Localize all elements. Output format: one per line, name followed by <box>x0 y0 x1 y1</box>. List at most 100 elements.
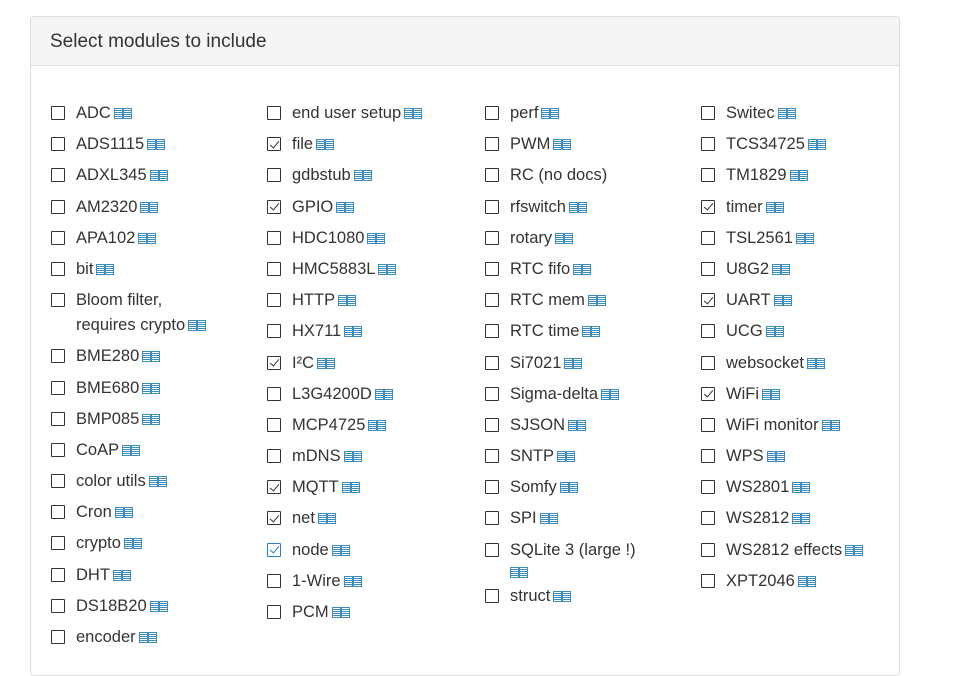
book-icon[interactable] <box>601 388 620 400</box>
book-icon[interactable] <box>148 476 167 488</box>
module-checkbox[interactable] <box>485 511 499 526</box>
module-option-rc-no-docs[interactable]: RC (no docs) <box>485 163 700 188</box>
module-option-ws2812[interactable]: WS2812 <box>701 506 916 531</box>
book-icon[interactable] <box>317 357 335 369</box>
module-checkbox[interactable] <box>51 380 65 395</box>
book-icon[interactable] <box>367 232 386 244</box>
book-icon[interactable] <box>374 388 393 400</box>
module-checkbox[interactable] <box>485 449 499 464</box>
book-icon[interactable] <box>555 232 574 244</box>
book-icon[interactable] <box>765 201 784 213</box>
book-icon[interactable] <box>343 451 362 463</box>
module-option-bit[interactable]: bit <box>51 257 266 282</box>
module-option-adc[interactable]: ADC <box>51 101 266 126</box>
book-icon[interactable] <box>188 320 207 332</box>
module-checkbox[interactable] <box>267 417 281 432</box>
module-option-sjson[interactable]: SJSON <box>485 413 700 438</box>
module-checkbox[interactable] <box>701 511 715 526</box>
book-icon[interactable] <box>845 544 864 556</box>
module-checkbox[interactable] <box>485 417 499 432</box>
module-option-dht[interactable]: DHT <box>51 563 266 588</box>
book-icon[interactable] <box>539 513 558 525</box>
book-icon[interactable] <box>541 108 560 119</box>
book-icon[interactable] <box>149 600 168 612</box>
module-option-rotary[interactable]: rotary <box>485 226 700 251</box>
module-option-coap[interactable]: CoAP <box>51 438 266 463</box>
book-icon[interactable] <box>147 139 166 151</box>
module-checkbox[interactable] <box>701 386 715 401</box>
book-icon[interactable] <box>96 263 115 275</box>
module-option-hdc1080[interactable]: HDC1080 <box>267 226 482 251</box>
module-checkbox[interactable] <box>51 230 65 245</box>
module-option-adxl345[interactable]: ADXL345 <box>51 163 266 188</box>
book-icon[interactable] <box>341 482 360 494</box>
module-option-mqtt[interactable]: MQTT <box>267 475 482 500</box>
module-option-sntp[interactable]: SNTP <box>485 444 700 469</box>
module-option-apa102[interactable]: APA102 <box>51 226 266 251</box>
module-checkbox[interactable] <box>51 199 65 214</box>
module-checkbox[interactable] <box>701 324 715 339</box>
module-checkbox[interactable] <box>701 230 715 245</box>
book-icon[interactable] <box>149 170 168 182</box>
module-option-net[interactable]: net <box>267 506 482 531</box>
module-option-tm1829[interactable]: TM1829 <box>701 163 916 188</box>
module-checkbox[interactable] <box>485 324 499 339</box>
book-icon[interactable] <box>777 108 796 119</box>
module-checkbox[interactable] <box>485 480 499 495</box>
module-checkbox[interactable] <box>701 293 715 308</box>
book-icon[interactable] <box>368 419 387 431</box>
module-option-rtc-mem[interactable]: RTC mem <box>485 288 700 313</box>
module-checkbox[interactable] <box>485 293 499 308</box>
module-checkbox[interactable] <box>701 417 715 432</box>
module-checkbox[interactable] <box>51 168 65 183</box>
module-option-timer[interactable]: timer <box>701 195 916 220</box>
module-option-si7021[interactable]: Si7021 <box>485 351 700 376</box>
module-checkbox[interactable] <box>485 542 499 557</box>
module-option-tsl2561[interactable]: TSL2561 <box>701 226 916 251</box>
module-option-gdbstub[interactable]: gdbstub <box>267 163 482 188</box>
book-icon[interactable] <box>792 513 811 525</box>
book-icon[interactable] <box>797 575 816 587</box>
book-icon[interactable] <box>761 388 780 400</box>
module-checkbox[interactable] <box>267 324 281 339</box>
module-checkbox[interactable] <box>51 598 65 613</box>
module-checkbox[interactable] <box>485 386 499 401</box>
module-option-bmp085[interactable]: BMP085 <box>51 407 266 432</box>
module-checkbox[interactable] <box>485 137 499 152</box>
book-icon[interactable] <box>559 482 578 494</box>
book-icon[interactable] <box>378 263 397 275</box>
book-icon[interactable] <box>142 351 161 363</box>
module-option-ds18b20[interactable]: DS18B20 <box>51 594 266 619</box>
module-option-ws2812-effects[interactable]: WS2812 effects <box>701 538 916 563</box>
module-option-uart[interactable]: UART <box>701 288 916 313</box>
module-option-gpio[interactable]: GPIO <box>267 195 482 220</box>
module-option-struct[interactable]: struct <box>485 584 700 609</box>
module-checkbox[interactable] <box>701 168 715 183</box>
book-icon[interactable] <box>568 201 587 213</box>
module-option-bme280[interactable]: BME280 <box>51 344 266 369</box>
module-checkbox[interactable] <box>51 630 65 644</box>
module-checkbox[interactable] <box>267 137 281 152</box>
book-icon[interactable] <box>806 357 825 369</box>
module-option-bme680[interactable]: BME680 <box>51 376 266 401</box>
book-icon[interactable] <box>140 201 159 213</box>
book-icon[interactable] <box>553 590 572 602</box>
module-checkbox[interactable] <box>267 261 281 276</box>
module-checkbox[interactable] <box>485 261 499 276</box>
book-icon[interactable] <box>138 232 157 244</box>
module-checkbox[interactable] <box>51 567 65 582</box>
book-icon[interactable] <box>344 326 363 338</box>
module-option-bloom-filter-requires-crypto[interactable]: Bloom filter, requires crypto <box>51 288 266 338</box>
book-icon[interactable] <box>789 170 808 182</box>
module-option-ads1115[interactable]: ADS1115 <box>51 132 266 157</box>
book-icon[interactable] <box>336 201 355 213</box>
book-icon[interactable] <box>113 108 132 119</box>
module-checkbox[interactable] <box>51 349 65 364</box>
module-checkbox[interactable] <box>267 168 281 183</box>
book-icon[interactable] <box>112 569 131 581</box>
module-option-crypto[interactable]: crypto <box>51 531 266 556</box>
module-checkbox[interactable] <box>51 261 65 276</box>
book-icon[interactable] <box>553 139 572 151</box>
book-icon[interactable] <box>122 444 141 456</box>
module-checkbox[interactable] <box>51 536 65 551</box>
